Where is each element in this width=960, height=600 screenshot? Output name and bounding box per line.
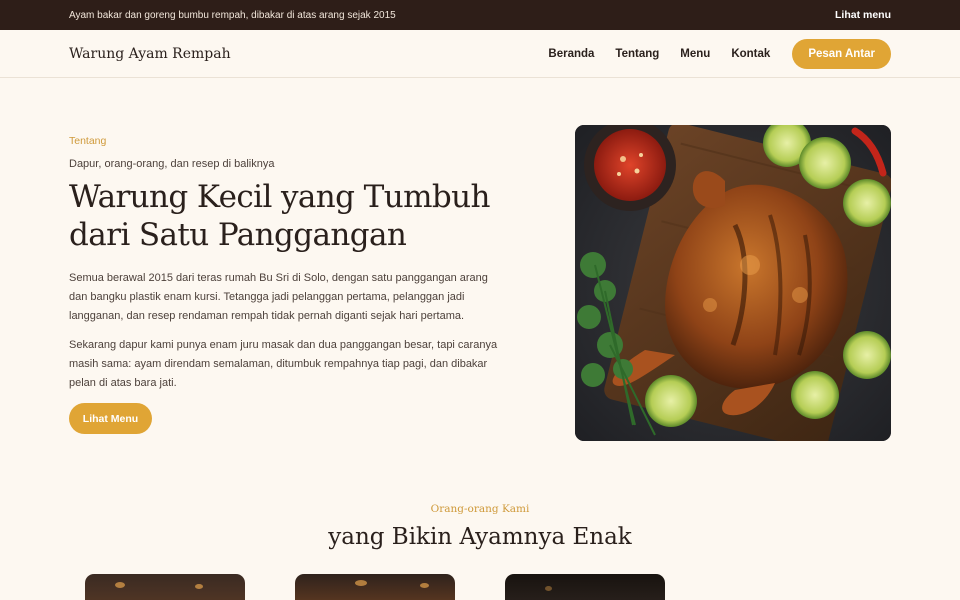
nav-links: Beranda Tentang Menu Kontak Pesan Antar — [527, 38, 891, 69]
light-glow — [115, 582, 125, 588]
about-hero: Tentang Dapur, orang-orang, dan resep di… — [0, 78, 960, 478]
view-menu-button[interactable]: Lihat Menu — [69, 403, 152, 434]
nav-link-beranda[interactable]: Beranda — [548, 48, 594, 60]
nav-link-menu[interactable]: Menu — [680, 48, 710, 60]
announcement-bar: Ayam bakar dan goreng bumbu rempah, diba… — [0, 0, 960, 30]
grilled-chicken-illustration — [575, 125, 891, 441]
team-card-photo — [85, 574, 245, 600]
brand-logo[interactable]: Warung Ayam Rempah — [69, 46, 231, 62]
team-card-photo — [505, 574, 665, 600]
team-eyebrow: Orang-orang Kami — [430, 503, 530, 515]
team-section-header: Orang-orang Kami yang Bikin Ayamnya Enak — [0, 503, 960, 550]
story-paragraph: Sekarang dapur kami punya enam juru masa… — [69, 339, 498, 389]
light-glow — [355, 580, 367, 586]
main-navbar: Warung Ayam Rempah Beranda Tentang Menu … — [0, 30, 960, 78]
light-glow — [545, 586, 552, 591]
grilled-chicken-photo — [575, 125, 891, 441]
section-eyebrow: Tentang — [69, 135, 107, 147]
team-title: yang Bikin Ayamnya Enak — [328, 524, 632, 550]
section-subtitle: Dapur, orang-orang, dan resep di balikny… — [69, 158, 275, 170]
story-paragraph: Semua berawal 2015 dari teras rumah Bu S… — [69, 272, 488, 322]
nav-link-tentang[interactable]: Tentang — [615, 48, 659, 60]
light-glow — [420, 583, 429, 588]
announcement-text: Ayam bakar dan goreng bumbu rempah, diba… — [69, 9, 396, 21]
view-menu-link[interactable]: Lihat menu — [835, 9, 891, 21]
team-card-photo — [295, 574, 455, 600]
light-glow — [195, 584, 203, 589]
nav-link-kontak[interactable]: Kontak — [731, 48, 770, 60]
order-delivery-button[interactable]: Pesan Antar — [792, 38, 891, 69]
page-title: Warung Kecil yang Tumbuh dari Satu Pangg… — [69, 179, 490, 253]
